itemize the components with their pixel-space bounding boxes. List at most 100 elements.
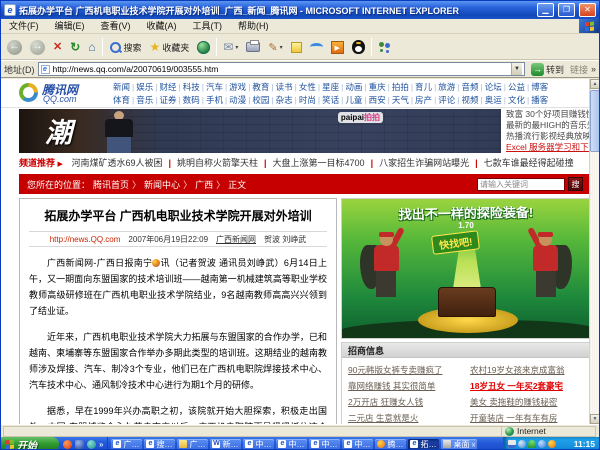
nav-link[interactable]: 教育 bbox=[252, 82, 269, 92]
nav-link[interactable]: 体育 bbox=[113, 95, 130, 105]
nav-link[interactable]: 育儿 bbox=[415, 82, 432, 92]
usb-tray-icon[interactable] bbox=[508, 440, 516, 448]
task-button[interactable]: 桌面 » bbox=[441, 439, 477, 450]
breadcrumb-link[interactable]: 广西 bbox=[195, 180, 213, 190]
media-button[interactable]: ▶ bbox=[329, 37, 346, 58]
back-button[interactable]: ← bbox=[5, 37, 24, 58]
banner-link[interactable]: 热播流行影视经典放映厅 bbox=[506, 131, 592, 142]
nav-link[interactable]: 公益 bbox=[508, 82, 525, 92]
scroll-down-button[interactable]: ▼ bbox=[590, 414, 599, 424]
nav-link[interactable]: 动画 bbox=[345, 82, 362, 92]
nav-link[interactable]: 杂志 bbox=[276, 95, 293, 105]
menu-help[interactable]: 帮助(H) bbox=[230, 19, 277, 33]
task-button[interactable]: 中… bbox=[309, 439, 340, 450]
refresh-button[interactable]: ↻ bbox=[68, 37, 82, 58]
forward-button[interactable]: → bbox=[28, 37, 47, 58]
nav-link[interactable]: 读书 bbox=[276, 82, 293, 92]
nav-link[interactable]: 动漫 bbox=[229, 95, 246, 105]
minimize-button[interactable]: ▁ bbox=[537, 3, 554, 17]
paipai-logo[interactable]: paipai拍拍 bbox=[338, 112, 383, 123]
nav-link[interactable]: 旅游 bbox=[438, 82, 455, 92]
business-link[interactable]: 靠网络赚钱 其实很简单 bbox=[348, 378, 464, 394]
menu-tools[interactable]: 工具(T) bbox=[185, 19, 231, 33]
history-button[interactable] bbox=[195, 37, 212, 58]
business-link[interactable]: 90元韩版女裤专卖赚疯了 bbox=[348, 362, 464, 378]
channel-label[interactable]: 频道推荐 bbox=[19, 158, 55, 168]
nav-link[interactable]: 播客 bbox=[531, 95, 548, 105]
nav-link[interactable]: 评论 bbox=[438, 95, 455, 105]
nav-link[interactable]: 博客 bbox=[531, 82, 548, 92]
address-dropdown-button[interactable]: ▼ bbox=[511, 63, 522, 75]
article-source[interactable]: 广西新闻网 bbox=[216, 234, 256, 245]
nav-link[interactable]: 视频 bbox=[462, 95, 479, 105]
nav-link[interactable]: 论坛 bbox=[485, 82, 502, 92]
nav-link[interactable]: 拍拍 bbox=[392, 82, 409, 92]
menu-favorites[interactable]: 收藏(A) bbox=[139, 19, 185, 33]
nav-link[interactable]: 数码 bbox=[183, 95, 200, 105]
task-button[interactable]: 中… bbox=[342, 439, 373, 450]
links-more-chevron[interactable]: » bbox=[591, 64, 596, 74]
messenger-button[interactable] bbox=[308, 37, 325, 58]
contacts-button[interactable] bbox=[376, 37, 394, 58]
task-button[interactable]: 中… bbox=[243, 439, 274, 450]
clock[interactable]: 11:15 bbox=[574, 439, 595, 449]
qq-logo[interactable]: 腾讯网 QQ.com bbox=[19, 81, 105, 106]
nav-link[interactable]: 西安 bbox=[369, 95, 386, 105]
antivirus-umbrella-tray-icon[interactable] bbox=[528, 440, 536, 448]
start-button[interactable]: 开始 bbox=[1, 437, 59, 450]
nav-link[interactable]: 证券 bbox=[159, 95, 176, 105]
channel-link[interactable]: 八家招生诈骗网站曝光 bbox=[373, 158, 475, 168]
nav-link[interactable]: 汽车 bbox=[206, 82, 223, 92]
messenger-tray-icon[interactable] bbox=[548, 440, 556, 448]
business-link[interactable]: 美女 卖拖鞋的赚钱秘密 bbox=[470, 394, 586, 410]
nav-link[interactable]: 笑话 bbox=[322, 95, 339, 105]
task-button[interactable]: 腾… bbox=[375, 439, 406, 450]
task-button[interactable]: 中… bbox=[276, 439, 307, 450]
menu-file[interactable]: 文件(F) bbox=[1, 19, 47, 33]
nav-link[interactable]: 校园 bbox=[252, 95, 269, 105]
qq-button[interactable] bbox=[350, 37, 367, 58]
close-button[interactable]: ✕ bbox=[579, 3, 596, 17]
menu-view[interactable]: 查看(V) bbox=[93, 19, 139, 33]
stop-button[interactable]: ✕ bbox=[51, 37, 64, 58]
banner-link[interactable]: Excel 服务器学习和下载 bbox=[506, 142, 592, 153]
quick-launch-more-chevron[interactable]: » bbox=[99, 440, 103, 449]
nav-link[interactable]: 新闻 bbox=[113, 82, 130, 92]
business-link[interactable]: 农村19岁女孩来京成富翁 bbox=[470, 362, 586, 378]
scroll-up-button[interactable]: ▲ bbox=[590, 79, 599, 89]
channel-link[interactable]: 河南煤矿透水69人被困 bbox=[65, 158, 168, 168]
quick-launch-player-icon[interactable] bbox=[87, 440, 96, 449]
maximize-button[interactable]: ❐ bbox=[558, 3, 575, 17]
breadcrumb-link[interactable]: 新闻中心 bbox=[144, 180, 180, 190]
mail-button[interactable]: ✉▾ bbox=[221, 37, 240, 58]
nav-link[interactable]: 星座 bbox=[322, 82, 339, 92]
channel-link[interactable]: 姚明自称火箭擎天柱 bbox=[171, 158, 264, 168]
business-link[interactable]: 18岁丑女 一年买2套豪宅 bbox=[470, 378, 586, 394]
go-button[interactable]: → 转到 bbox=[528, 62, 567, 77]
nav-link[interactable]: 音乐 bbox=[136, 95, 153, 105]
nav-link[interactable]: 娱乐 bbox=[136, 82, 153, 92]
quick-launch-browser-icon[interactable] bbox=[63, 440, 72, 449]
nav-link[interactable]: 女性 bbox=[299, 82, 316, 92]
business-link[interactable]: 2万开店 狂赚女人钱 bbox=[348, 394, 464, 410]
weather-tray-icon[interactable] bbox=[538, 440, 546, 448]
vertical-scrollbar[interactable]: ▲ ▼ bbox=[589, 79, 599, 424]
keyword-search-input[interactable]: 请输入关键词 bbox=[477, 178, 565, 191]
article-source-url[interactable]: http://news.QQ.com bbox=[50, 235, 121, 244]
nav-link[interactable]: 财经 bbox=[159, 82, 176, 92]
nav-link[interactable]: 房产 bbox=[415, 95, 432, 105]
task-button[interactable]: 新… bbox=[210, 439, 241, 450]
nav-link[interactable]: 音频 bbox=[462, 82, 479, 92]
task-button[interactable]: 搜… bbox=[144, 439, 175, 450]
keyword-search-button[interactable]: 搜 bbox=[568, 177, 583, 191]
nav-link[interactable]: 手机 bbox=[206, 95, 223, 105]
address-input[interactable]: e http://news.qq.com/a/20070619/003555.h… bbox=[38, 62, 525, 76]
banner-link[interactable]: 致富 30个好项目赚钱快 bbox=[506, 109, 592, 120]
breadcrumb-link[interactable]: 腾讯首页 bbox=[93, 180, 129, 190]
task-button[interactable]: 拓… bbox=[408, 439, 439, 450]
banner-photo[interactable]: 潮 paipai拍拍 bbox=[19, 109, 501, 153]
nav-link[interactable]: 奥运 bbox=[485, 95, 502, 105]
nav-link[interactable]: 科技 bbox=[183, 82, 200, 92]
task-button[interactable]: 广… bbox=[177, 439, 208, 450]
nav-link[interactable]: 游戏 bbox=[229, 82, 246, 92]
